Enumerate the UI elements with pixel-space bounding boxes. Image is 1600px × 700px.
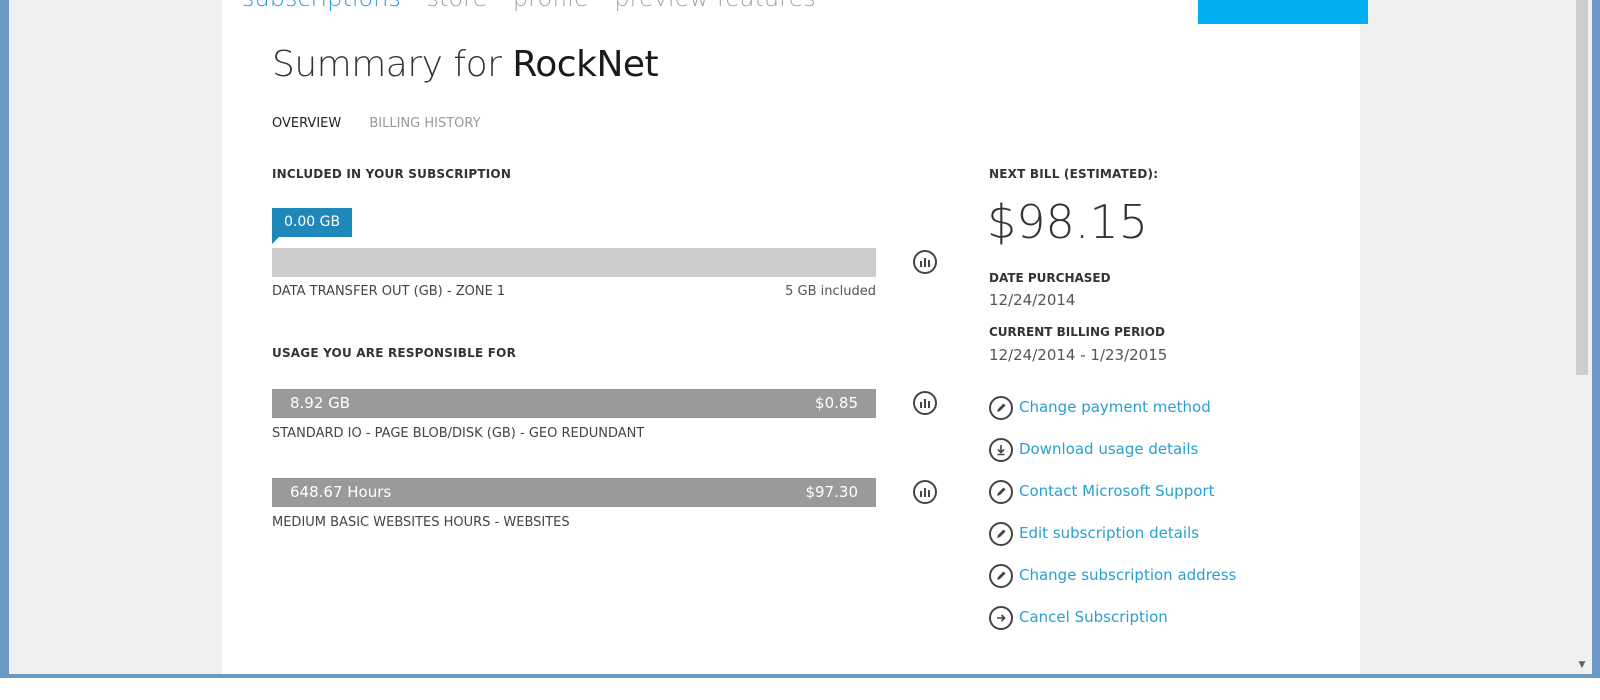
tab-bar: OVERVIEW BILLING HISTORY bbox=[272, 116, 505, 131]
pencil-icon bbox=[989, 480, 1013, 504]
usage-name-websites: MEDIUM BASIC WEBSITES HOURS - WEBSITES bbox=[272, 515, 570, 530]
top-accent-block bbox=[1198, 0, 1368, 24]
storage-usage-chart-button[interactable] bbox=[913, 391, 937, 415]
included-section-label: INCLUDED IN YOUR SUBSCRIPTION bbox=[272, 167, 512, 181]
page-title-prefix: Summary for bbox=[272, 44, 502, 85]
action-label: Contact Microsoft Support bbox=[1019, 482, 1215, 500]
nav-store[interactable]: store bbox=[427, 0, 488, 12]
bar-chart-icon bbox=[920, 488, 930, 497]
websites-usage-chart-button[interactable] bbox=[913, 480, 937, 504]
billing-period-label: CURRENT BILLING PERIOD bbox=[989, 325, 1165, 339]
tab-billing-history[interactable]: BILLING HISTORY bbox=[369, 116, 480, 131]
pencil-icon bbox=[989, 522, 1013, 546]
tab-overview[interactable]: OVERVIEW bbox=[272, 116, 341, 131]
next-bill-amount: $98.15 bbox=[987, 195, 1148, 249]
usage-quantity: 648.67 Hours bbox=[290, 483, 392, 501]
action-label: Change subscription address bbox=[1019, 566, 1237, 584]
included-usage-caption: DATA TRANSFER OUT (GB) - ZONE 1 5 GB inc… bbox=[272, 284, 876, 299]
date-purchased-label: DATE PURCHASED bbox=[989, 271, 1111, 285]
usage-cost: $97.30 bbox=[805, 483, 859, 501]
nav-preview-features[interactable]: preview features bbox=[614, 0, 815, 12]
responsible-section-label: USAGE YOU ARE RESPONSIBLE FOR bbox=[272, 346, 517, 360]
next-bill-label: NEXT BILL (ESTIMATED): bbox=[989, 167, 1159, 181]
download-icon bbox=[989, 438, 1013, 462]
usage-bar-websites: 648.67 Hours $97.30 bbox=[272, 478, 876, 507]
included-usage-name: DATA TRANSFER OUT (GB) - ZONE 1 bbox=[272, 284, 506, 299]
arrow-right-icon bbox=[989, 606, 1013, 630]
page-title: Summary for RockNet bbox=[272, 44, 659, 85]
browser-window: subscriptions store profile preview feat… bbox=[0, 0, 1600, 678]
pencil-icon bbox=[989, 396, 1013, 420]
nav-profile[interactable]: profile bbox=[513, 0, 589, 12]
bar-chart-icon bbox=[920, 399, 930, 408]
bar-chart-icon bbox=[920, 258, 930, 267]
included-usage-bar bbox=[272, 248, 876, 277]
content-panel: subscriptions store profile preview feat… bbox=[222, 0, 1368, 674]
top-navigation: subscriptions store profile preview feat… bbox=[242, 0, 834, 12]
page-viewport: subscriptions store profile preview feat… bbox=[9, 0, 1572, 674]
usage-name-storage: STANDARD IO - PAGE BLOB/DISK (GB) - GEO … bbox=[272, 426, 645, 441]
usage-cost: $0.85 bbox=[815, 394, 858, 412]
scroll-down-arrow-icon[interactable]: ▼ bbox=[1576, 660, 1588, 670]
action-label: Cancel Subscription bbox=[1019, 608, 1168, 626]
scrollbar-thumb[interactable] bbox=[1576, 0, 1588, 375]
included-usage-chart-button[interactable] bbox=[913, 250, 937, 274]
date-purchased-value: 12/24/2014 bbox=[989, 291, 1076, 309]
usage-quantity: 8.92 GB bbox=[290, 394, 351, 412]
action-label: Download usage details bbox=[1019, 440, 1199, 458]
billing-period-value: 12/24/2014 - 1/23/2015 bbox=[989, 346, 1168, 364]
action-label: Change payment method bbox=[1019, 398, 1211, 416]
vertical-scrollbar[interactable]: ▼ bbox=[1572, 0, 1592, 674]
subscription-name: RockNet bbox=[512, 44, 659, 85]
usage-bar-storage: 8.92 GB $0.85 bbox=[272, 389, 876, 418]
action-label: Edit subscription details bbox=[1019, 524, 1200, 542]
nav-subscriptions[interactable]: subscriptions bbox=[242, 0, 401, 12]
pencil-icon bbox=[989, 564, 1013, 588]
included-allowance: 5 GB included bbox=[785, 284, 876, 299]
included-usage-bubble: 0.00 GB bbox=[272, 208, 353, 244]
